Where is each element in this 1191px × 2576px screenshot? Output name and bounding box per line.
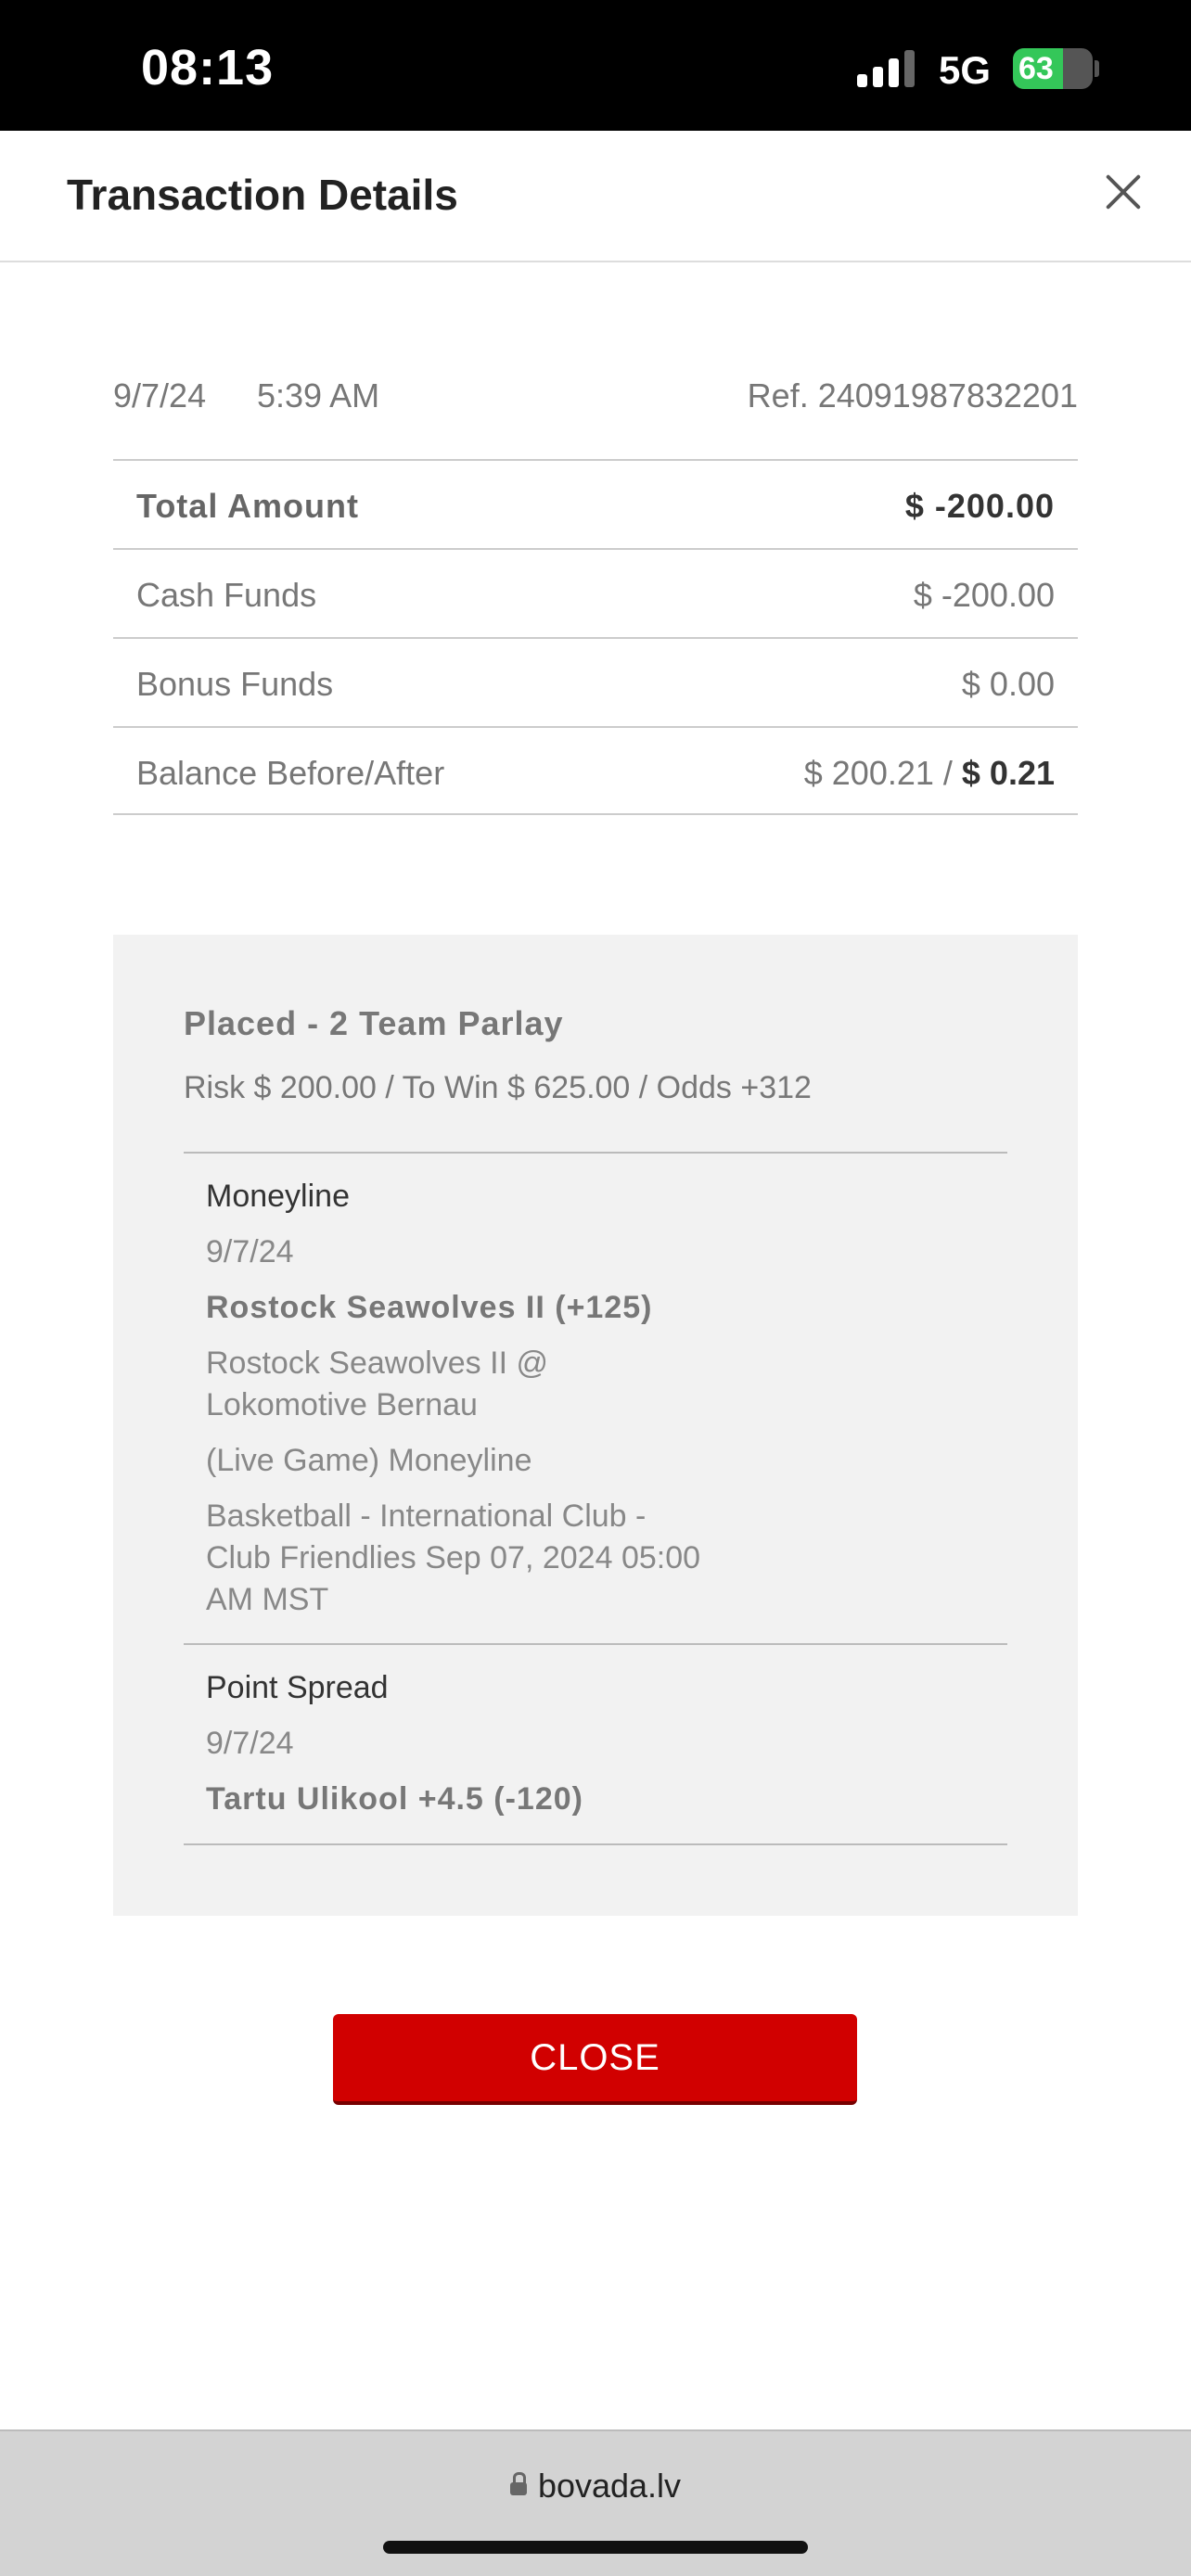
close-icon[interactable]: [1100, 169, 1146, 215]
summary-row-total: Total Amount $ -200.00: [113, 459, 1078, 548]
bet-summary: Risk $ 200.00 / To Win $ 625.00 / Odds +…: [184, 1070, 812, 1105]
leg-date: 9/7/24: [206, 1234, 294, 1269]
divider: [184, 1643, 1007, 1645]
leg-pick: Tartu Ulikool +4.5 (-120): [206, 1781, 583, 1817]
transaction-summary: Total Amount $ -200.00 Cash Funds $ -200…: [113, 459, 1078, 815]
leg-matchup-line: Rostock Seawolves II @: [206, 1345, 548, 1381]
url-text: bovada.lv: [537, 2467, 682, 2505]
leg-item: Moneyline 9/7/24 Rostock Seawolves II (+…: [206, 1176, 855, 1621]
status-bar: 08:13 5G 63: [0, 0, 1191, 131]
summary-row-cash: Cash Funds $ -200.00: [113, 548, 1078, 637]
leg-event: Basketball - International Club - Club F…: [206, 1496, 855, 1621]
transaction-ref: Ref. 24091987832201: [747, 376, 1078, 414]
close-button[interactable]: CLOSE: [333, 2014, 857, 2105]
summary-label: Total Amount: [136, 487, 359, 525]
page-title: Transaction Details: [67, 171, 458, 219]
browser-address-bar[interactable]: bovada.lv: [0, 2429, 1191, 2576]
leg-type: Moneyline: [206, 1179, 350, 1214]
leg-market: (Live Game) Moneyline: [206, 1443, 532, 1478]
bet-card: Placed - 2 Team Parlay Risk $ 200.00 / T…: [113, 935, 1078, 1916]
leg-matchup-line: Lokomotive Bernau: [206, 1387, 478, 1422]
summary-value: $ -200.00: [913, 576, 1055, 614]
leg-event-line: Basketball - International Club -: [206, 1498, 647, 1534]
signal-icon: [857, 48, 915, 87]
summary-row-balance: Balance Before/After $ 200.21 / $ 0.21: [113, 726, 1078, 815]
summary-value: $ 0.00: [961, 665, 1055, 703]
modal-header: Transaction Details: [0, 131, 1191, 262]
transaction-date: 9/7/24: [113, 376, 207, 414]
bet-title: Placed - 2 Team Parlay: [184, 1004, 564, 1042]
battery-nub: [1095, 60, 1099, 77]
network-type: 5G: [939, 48, 992, 92]
leg-matchup: Rostock Seawolves II @ Lokomotive Bernau: [206, 1343, 855, 1426]
summary-label: Cash Funds: [136, 576, 317, 614]
summary-value: $ -200.00: [904, 487, 1055, 525]
balance-before: $ 200.21 /: [803, 754, 953, 792]
leg-item: Point Spread 9/7/24 Tartu Ulikool +4.5 (…: [206, 1667, 855, 1820]
leg-event-line: AM MST: [206, 1582, 329, 1617]
battery-icon: 63: [1013, 48, 1093, 89]
balance-after: $ 0.21: [961, 754, 1055, 792]
lock-icon: [509, 2472, 527, 2495]
home-indicator[interactable]: [383, 2541, 808, 2554]
summary-value: $ 200.21 / $ 0.21: [804, 754, 1055, 793]
divider: [184, 1843, 1007, 1845]
leg-event-line: Club Friendlies Sep 07, 2024 05:00: [206, 1540, 701, 1575]
transaction-time: 5:39 AM: [257, 376, 380, 414]
leg-pick: Rostock Seawolves II (+125): [206, 1290, 653, 1325]
summary-label: Balance Before/After: [136, 754, 445, 792]
summary-row-bonus: Bonus Funds $ 0.00: [113, 637, 1078, 726]
status-time: 08:13: [141, 40, 275, 96]
url-display[interactable]: bovada.lv: [0, 2467, 1191, 2506]
leg-date: 9/7/24: [206, 1726, 294, 1761]
summary-label: Bonus Funds: [136, 665, 334, 703]
leg-type: Point Spread: [206, 1670, 389, 1705]
battery-percent: 63: [1018, 51, 1054, 86]
divider: [184, 1152, 1007, 1154]
